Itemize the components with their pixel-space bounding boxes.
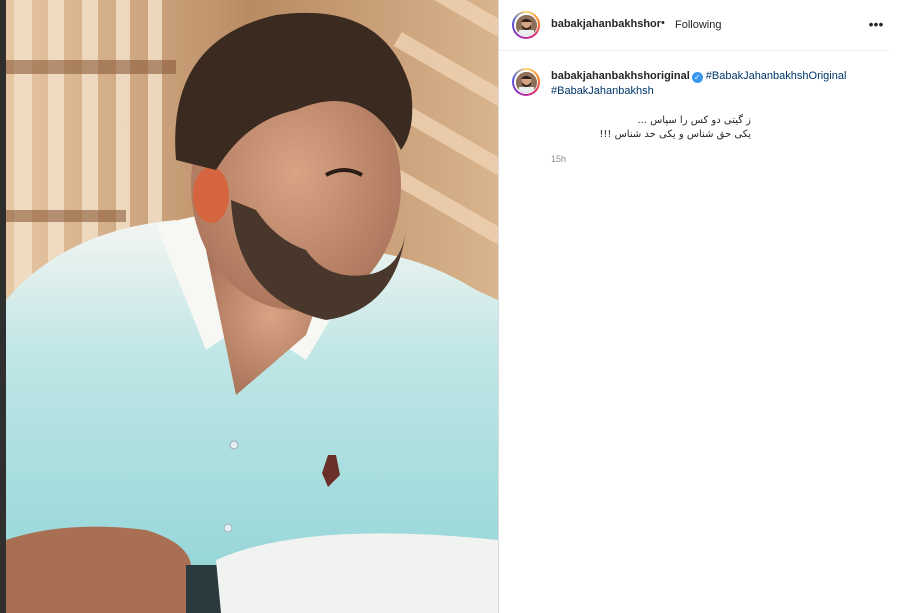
avatar-image [515, 14, 537, 36]
instagram-post-view: babakjahanbakhshorig • Following ••• bab… [0, 0, 900, 613]
caption-line: ز گیتی دو کس را سپاس ... [637, 115, 751, 126]
avatar-image [515, 71, 537, 93]
post-photo-illustration [6, 0, 498, 613]
author-avatar[interactable] [512, 11, 540, 39]
caption-line: یکی حق شناس و یکی حد شناس !!! [599, 129, 751, 140]
caption-username[interactable]: babakjahanbakhshoriginal [551, 70, 690, 82]
header-separator: • [661, 17, 665, 29]
post-header: babakjahanbakhshorig • Following ••• [499, 0, 890, 51]
header-username[interactable]: babakjahanbakhshorig [551, 18, 661, 30]
caption-header: babakjahanbakhshoriginal ✓ #BabakJahanbakh… [551, 69, 881, 99]
more-options-icon[interactable]: ••• [868, 16, 884, 32]
post-timestamp[interactable]: 15h [551, 154, 566, 164]
caption-text: ز گیتی دو کس را سپاس ... یکی حق شناس و ی… [551, 114, 751, 142]
post-side-panel: babakjahanbakhshorig • Following ••• bab… [499, 0, 900, 613]
following-button[interactable]: Following [675, 19, 721, 31]
hashtag-link[interactable]: #BabakJahanbakhsh [551, 85, 654, 97]
verified-badge-icon: ✓ [691, 72, 703, 83]
post-photo[interactable] [6, 0, 498, 613]
hashtag-link[interactable]: #BabakJahanbakhshOriginal [706, 70, 847, 82]
caption-author-avatar[interactable] [512, 68, 540, 96]
